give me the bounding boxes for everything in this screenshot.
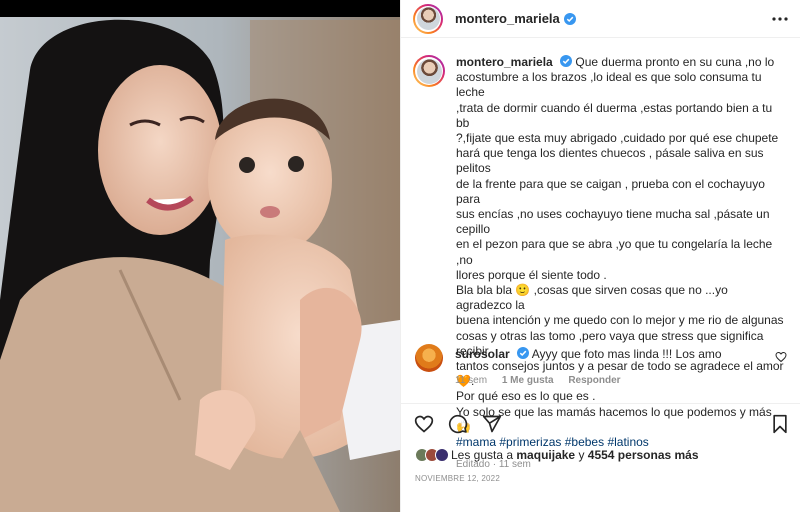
post-actions: Les gusta a maquijake y 4554 personas má… bbox=[401, 403, 800, 512]
reply-button[interactable]: Responder bbox=[568, 375, 620, 386]
liker-avatars[interactable] bbox=[415, 448, 449, 462]
caption-line: ,trata de dormir cuando él duerma ,estas… bbox=[456, 100, 773, 130]
share-icon[interactable] bbox=[482, 414, 502, 434]
comment-time[interactable]: 11 sem bbox=[455, 375, 487, 386]
comment-likes[interactable]: 1 Me gusta bbox=[502, 375, 554, 386]
caption-author-avatar[interactable] bbox=[413, 55, 445, 87]
commenter-username[interactable]: surosolar bbox=[455, 347, 510, 361]
caption-line: llores porque él siente todo . bbox=[456, 267, 607, 282]
caption-line: hará que tenga los dientes chuecos , pás… bbox=[456, 146, 764, 176]
liker-username[interactable]: maquijake bbox=[516, 448, 575, 462]
photo-top-bar bbox=[0, 0, 400, 17]
heart-icon[interactable] bbox=[414, 414, 434, 434]
author-avatar[interactable] bbox=[413, 3, 443, 34]
likes-prefix: Les gusta a bbox=[451, 448, 514, 462]
likes-summary: Les gusta a maquijake y 4554 personas má… bbox=[415, 448, 699, 462]
verified-badge-icon bbox=[563, 12, 576, 25]
bookmark-icon[interactable] bbox=[770, 414, 790, 434]
caption-line: acostumbre a los brazos ,lo ideal es que… bbox=[456, 70, 762, 100]
caption-line: de la frente para que se caigan , prueba… bbox=[456, 176, 765, 206]
post-header: montero_mariela bbox=[401, 0, 800, 38]
post-photo[interactable] bbox=[0, 0, 400, 512]
comment-icon[interactable] bbox=[448, 414, 468, 434]
caption-line: sus encías ,no uses cochayuyo tiene much… bbox=[456, 207, 770, 237]
caption-line: Que duerma pronto en su cuna ,no lo bbox=[575, 55, 775, 69]
post-panel: montero_mariela montero_mariela Que duer… bbox=[400, 0, 800, 512]
verified-badge-icon bbox=[517, 347, 530, 359]
caption-line: en el pezon para que se abra ,yo que tu … bbox=[456, 237, 773, 267]
photo-image bbox=[0, 0, 400, 512]
likes-count[interactable]: 4554 personas más bbox=[588, 448, 699, 462]
caption-line: buena intención y me quedo con lo mejor … bbox=[456, 313, 784, 328]
caption-line: Bla bla bla 🙂 ,cosas que sirven cosas qu… bbox=[456, 283, 728, 313]
caption-line: ?,fijate que esta muy abrigado ,cuidado … bbox=[456, 131, 779, 146]
comment-like-heart-icon[interactable] bbox=[775, 351, 787, 363]
commenter-avatar[interactable] bbox=[415, 344, 443, 372]
caption-username[interactable]: montero_mariela bbox=[456, 55, 553, 69]
more-horizontal-icon[interactable] bbox=[771, 10, 789, 28]
verified-badge-icon bbox=[560, 55, 573, 67]
comment-text: Ayyy que foto mas linda !!! Los amo bbox=[531, 347, 722, 361]
likes-connector: y bbox=[578, 448, 585, 462]
comment-meta: 11 sem 1 Me gusta Responder bbox=[455, 373, 775, 388]
comment-item: surosolar Ayyy que foto mas linda !!! Lo… bbox=[415, 344, 795, 388]
post-date[interactable]: NOVIEMBRE 12, 2022 bbox=[415, 474, 500, 483]
author-username[interactable]: montero_mariela bbox=[455, 11, 560, 26]
caption-text: montero_mariela Que duerma pronto en su … bbox=[456, 55, 786, 450]
